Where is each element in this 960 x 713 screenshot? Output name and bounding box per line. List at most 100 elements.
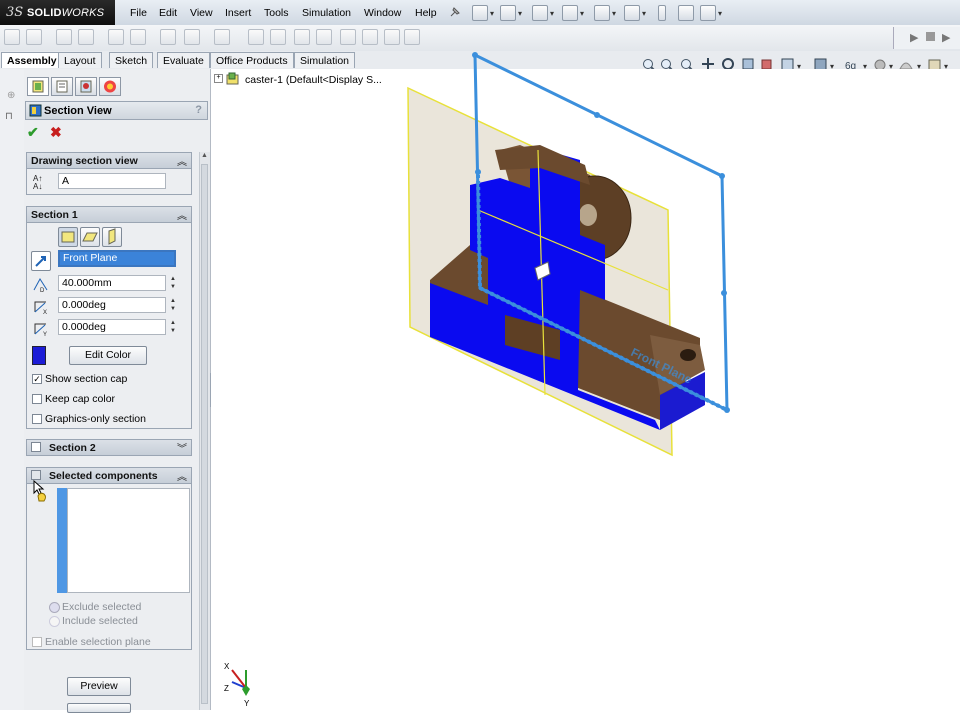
plane-handle[interactable] [475,169,481,175]
caret-icon[interactable]: ▾ [612,9,616,18]
ok-icon[interactable]: ✔ [27,124,39,141]
instant3d-icon[interactable] [316,29,332,45]
new-document-icon[interactable] [472,5,488,21]
collapse-icon[interactable]: ︽ [177,207,187,222]
file-properties-icon[interactable] [678,5,694,21]
tab-office-products[interactable]: Office Products [210,52,294,68]
tab-evaluate[interactable]: Evaluate [157,52,210,68]
offset-distance-field[interactable]: 40.000mm [58,275,166,291]
dynamic-annotation-icon[interactable] [761,59,772,70]
menu-help[interactable]: Help [415,7,437,19]
solidworks-logo[interactable]: 3S SOLIDWORKS [0,0,115,25]
cancel-icon[interactable]: ✖ [50,124,62,141]
selected-components-list[interactable] [67,488,190,593]
large-assembly-icon[interactable] [384,29,400,45]
options-icon[interactable] [700,5,716,21]
tab-simulation[interactable]: Simulation [294,52,356,68]
keep-cap-color-checkbox[interactable] [32,394,42,404]
hole-series-icon[interactable] [362,29,378,45]
caret-icon[interactable]: ▾ [550,9,554,18]
cap-color-swatch[interactable] [32,346,46,365]
front-plane-button[interactable] [58,227,78,247]
edit-color-button[interactable]: Edit Color [69,346,147,365]
show-hidden-icon[interactable] [130,29,146,45]
assembly-features-icon[interactable] [160,29,176,45]
section-view-icon[interactable] [742,58,754,70]
group-header[interactable]: Section 1 ︽ [27,207,191,223]
offset-stepper[interactable]: ▲ ▼ [168,275,178,291]
caret-icon[interactable]: ▾ [642,9,646,18]
new-motion-study-icon[interactable] [214,29,230,45]
menu-insert[interactable]: Insert [225,7,251,19]
graphics-only-checkbox[interactable] [32,414,42,424]
section-2-checkbox[interactable] [31,442,41,452]
rotate-y-stepper[interactable]: ▲ ▼ [168,319,178,335]
save-icon[interactable] [532,5,548,21]
pm-scrollbar[interactable]: ▲ [199,152,210,710]
pin-icon[interactable] [448,5,462,19]
enable-selection-plane-checkbox[interactable] [32,637,42,647]
undo-icon[interactable] [594,5,610,21]
reference-plane-field[interactable]: Front Plane [58,250,176,267]
exclude-selected-radio[interactable] [49,602,60,613]
expand-icon[interactable]: ︾ [177,440,187,455]
plane-handle[interactable] [721,290,727,296]
expand-tree-icon[interactable]: + [214,74,223,83]
include-selected-radio[interactable] [49,616,60,627]
scroll-thumb[interactable] [201,164,208,704]
group-header[interactable]: Section 2 ︾ [27,440,191,455]
display-manager-tab[interactable] [99,77,121,96]
plane-handle[interactable] [594,112,600,118]
mate-icon[interactable] [56,29,72,45]
help-icon[interactable]: ? [195,104,202,116]
plane-handle[interactable] [719,173,725,179]
recalculate-button[interactable] [67,703,131,713]
feature-manager-tab[interactable] [27,77,49,96]
component-pattern-icon[interactable] [78,29,94,45]
model-section-view[interactable]: Front Plane [405,50,735,460]
play-icon[interactable]: ▶ [910,31,918,44]
caret-icon[interactable]: ▾ [580,9,584,18]
caret-icon[interactable]: ▾ [718,9,722,18]
tree-root-label[interactable]: caster-1 (Default<Display S... [245,74,382,86]
top-plane-button[interactable] [80,227,100,247]
reverse-direction-button[interactable] [31,251,51,271]
tab-assembly[interactable]: Assembly [1,52,63,68]
plane-handle[interactable] [472,52,478,58]
scroll-up-icon[interactable]: ▲ [201,152,208,159]
smart-fasteners-icon[interactable] [340,29,356,45]
print-icon[interactable] [562,5,578,21]
move-component-icon[interactable] [108,29,124,45]
menu-view[interactable]: View [190,7,213,19]
menu-window[interactable]: Window [364,7,401,19]
edit-component-icon[interactable] [4,29,20,45]
stop-icon[interactable] [926,32,935,41]
collapse-icon[interactable]: ︽ [177,153,187,168]
caret-icon[interactable]: ▾ [518,9,522,18]
show-section-cap-checkbox[interactable]: ✓ [32,374,42,384]
record-icon[interactable]: ▶ [942,31,950,44]
exploded-view-icon[interactable] [270,29,286,45]
plane-handle[interactable] [724,407,730,413]
section-name-field[interactable]: A [58,173,166,189]
flyout-icon[interactable]: ⊓ [5,111,13,122]
reference-geometry-icon[interactable] [184,29,200,45]
select-cursor-icon[interactable] [624,5,640,21]
rebuild-icon[interactable] [658,5,666,21]
interference-detection-icon[interactable] [294,29,310,45]
open-folder-icon[interactable] [500,5,516,21]
configuration-manager-tab[interactable] [75,77,97,96]
group-header[interactable]: Selected components ︽ [27,468,191,484]
right-plane-button[interactable] [102,227,122,247]
property-manager-tab[interactable] [51,77,73,96]
preview-button[interactable]: Preview [67,677,131,696]
tab-sketch[interactable]: Sketch [109,52,154,68]
tab-layout[interactable]: Layout [58,52,102,68]
pin-icon[interactable]: ⊕ [7,90,15,101]
menu-edit[interactable]: Edit [159,7,177,19]
rotate-y-field[interactable]: 0.000deg [58,319,166,335]
collapse-icon[interactable]: ︽ [177,468,187,483]
menu-tools[interactable]: Tools [264,7,289,19]
toolbar-options-icon[interactable] [404,29,420,45]
menu-simulation[interactable]: Simulation [302,7,351,19]
